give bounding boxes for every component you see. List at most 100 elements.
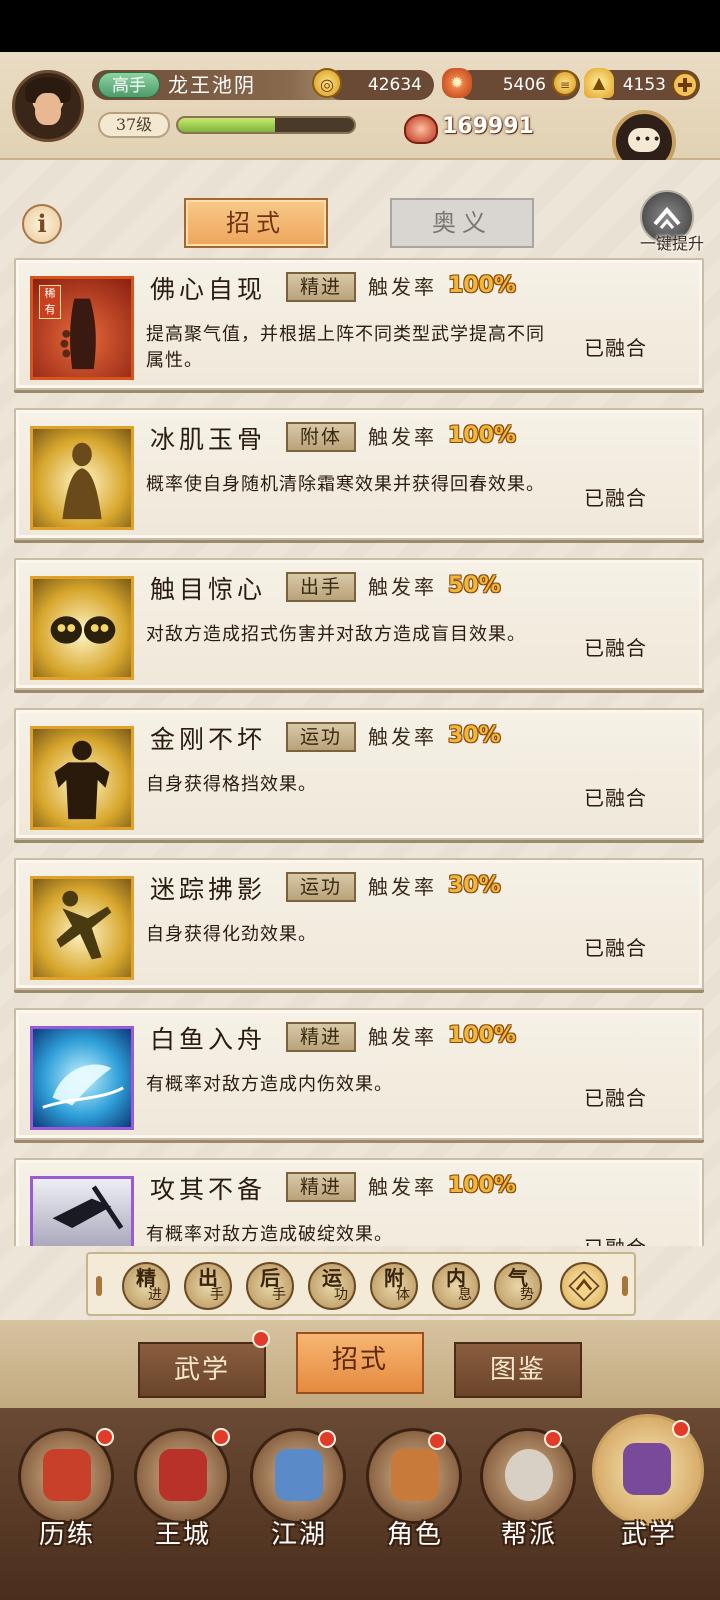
skill-type-badge: 运功 [286, 722, 356, 752]
skill-status: 已融合 [584, 486, 647, 510]
nav-label: 王城 [154, 1520, 211, 1550]
filter-sublabel: 手 [272, 1287, 286, 1303]
nav-label: 帮派 [500, 1520, 557, 1550]
filter-yungong[interactable]: 运功 [308, 1262, 356, 1310]
subtab-codex[interactable]: 图鉴 [454, 1342, 582, 1398]
filter-jingjin[interactable]: 精进 [122, 1262, 170, 1310]
trigger-rate-value: 100% [448, 1173, 516, 1198]
maple-leaf-icon: ✹ [442, 68, 472, 98]
nav-label: 江湖 [270, 1520, 327, 1550]
player-name: 龙王池阴 [168, 73, 256, 97]
nav-icon-art [623, 1443, 671, 1495]
skill-type-badge: 附体 [286, 422, 356, 452]
notification-dot [252, 1330, 270, 1348]
trigger-rate-label: 触发率 [368, 575, 437, 599]
player-avatar[interactable] [12, 70, 84, 142]
trigger-rate-value: 100% [448, 1023, 516, 1048]
skill-description: 有概率对敌方造成破绽效果。 [146, 1224, 393, 1245]
skill-icon-vajra [30, 726, 134, 830]
info-icon[interactable]: i [22, 204, 62, 244]
skill-card[interactable]: 冰肌玉骨 附体 触发率 100% 概率使自身随机清除霜寒效果并获得回春效果。 已… [14, 408, 704, 540]
skill-card[interactable]: 金刚不坏 运功 触发率 30% 自身获得格挡效果。 已融合 [14, 708, 704, 840]
filter-qishi[interactable]: 气势 [494, 1262, 542, 1310]
nav-royal-city[interactable]: 王城 [128, 1428, 238, 1596]
add-currency-icon[interactable] [672, 72, 698, 98]
skill-card[interactable]: 攻其不备 精进 触发率 100% 有概率对敌方造成破绽效果。 已融合 [14, 1158, 704, 1246]
skill-icon-buddha-hands: 稀有 [30, 276, 134, 380]
sect-emblem-icon [480, 1428, 576, 1524]
gold-ingot-icon: ▲ [584, 68, 614, 98]
trigger-rate-label: 触发率 [368, 275, 437, 299]
skull-icon [50, 616, 116, 644]
nav-icon-art [275, 1449, 323, 1501]
one-click-upgrade-button[interactable]: 一键提升 [632, 190, 708, 254]
section-tabs: 武学 招式 图鉴 [0, 1320, 720, 1408]
notification-dot [212, 1428, 230, 1446]
trigger-rate-value: 100% [448, 273, 516, 298]
skill-description: 自身获得化劲效果。 [146, 924, 317, 945]
sword-figure-icon [52, 1185, 124, 1230]
skill-card[interactable]: 稀有 佛心自现 精进 触发率 100% 提高聚气值，并根据上阵不同类型武学提高不… [14, 258, 704, 390]
filter-sublabel: 进 [148, 1287, 162, 1303]
filter-futi[interactable]: 附体 [370, 1262, 418, 1310]
filter-rarity-toggle[interactable] [560, 1262, 608, 1310]
filter-sublabel: 功 [334, 1287, 348, 1303]
combat-power-icon [404, 114, 438, 144]
muscular-figure-icon [54, 740, 110, 820]
nav-label: 武学 [620, 1520, 677, 1550]
skill-card[interactable]: 触目惊心 出手 触发率 50% 对敌方造成招式伤害并对敌方造成盲目效果。 已融合 [14, 558, 704, 690]
trigger-rate-label: 触发率 [368, 425, 437, 449]
skill-description: 提高聚气值，并根据上阵不同类型武学提高不同属性。 [146, 324, 545, 371]
nav-label: 角色 [386, 1520, 443, 1550]
bottom-navigation: 历练 王城 江湖 角色 帮派 武学 [0, 1408, 720, 1600]
skill-list[interactable]: 稀有 佛心自现 精进 触发率 100% 提高聚气值，并根据上阵不同类型武学提高不… [14, 258, 704, 1246]
notification-dot [96, 1428, 114, 1446]
skill-card[interactable]: 迷踪拂影 运功 触发率 30% 自身获得化劲效果。 已融合 [14, 858, 704, 990]
skill-name: 攻其不备 [150, 1175, 267, 1204]
player-level: 37级 [98, 112, 170, 138]
subtab-martial-arts[interactable]: 武学 [138, 1342, 266, 1398]
exp-bar [176, 116, 356, 134]
skill-description: 对敌方造成招式伤害并对敌方造成盲目效果。 [146, 624, 526, 645]
skill-description: 自身获得格挡效果。 [146, 774, 317, 795]
avatar-face [35, 93, 61, 125]
nav-icon-art [159, 1449, 207, 1501]
skill-card[interactable]: 白鱼入舟 精进 触发率 100% 有概率对敌方造成内伤效果。 已融合 [14, 1008, 704, 1140]
filter-chushou[interactable]: 出手 [184, 1262, 232, 1310]
straw-hat-hero-icon [366, 1428, 462, 1524]
nav-icon-art [43, 1449, 91, 1501]
nav-training[interactable]: 历练 [12, 1428, 122, 1596]
chat-dots: ••• [634, 132, 662, 148]
skill-icon-surprise-attack [30, 1176, 134, 1246]
skill-status: 已融合 [584, 636, 647, 660]
coins-value: 42634 [326, 70, 434, 100]
trigger-rate-value: 30% [448, 723, 501, 748]
coin-stack-icon: ≡ [552, 70, 578, 96]
nav-martial-arts[interactable]: 武学 [592, 1414, 704, 1596]
skill-name: 触目惊心 [150, 575, 267, 604]
skill-type-badge: 出手 [286, 572, 356, 602]
filter-neixi[interactable]: 内息 [432, 1262, 480, 1310]
trigger-rate-label: 触发率 [368, 1175, 437, 1199]
nav-jianghu[interactable]: 江湖 [244, 1428, 354, 1596]
nav-sect[interactable]: 帮派 [474, 1428, 584, 1596]
trigger-rate-label: 触发率 [368, 725, 437, 749]
filter-houshou[interactable]: 后手 [246, 1262, 294, 1310]
trigger-rate-value: 30% [448, 873, 501, 898]
tab-moves[interactable]: 招式 [184, 198, 328, 248]
trigger-rate-label: 触发率 [368, 875, 437, 899]
tab-mysteries[interactable]: 奥义 [390, 198, 534, 248]
subtab-moves[interactable]: 招式 [296, 1332, 424, 1394]
rank-badge: 高手 [98, 72, 160, 98]
nav-character[interactable]: 角色 [360, 1428, 470, 1596]
nav-icon-art [505, 1449, 553, 1501]
chevron-up-icon [653, 206, 681, 229]
skill-type-badge: 精进 [286, 1172, 356, 1202]
nav-label: 历练 [38, 1520, 95, 1550]
skill-name: 金刚不坏 [150, 725, 267, 754]
filter-sublabel: 势 [520, 1287, 534, 1303]
trigger-rate-label: 触发率 [368, 1025, 437, 1049]
notification-dot [672, 1420, 690, 1438]
exp-bar-fill [178, 118, 275, 132]
filter-sublabel: 息 [458, 1287, 472, 1303]
